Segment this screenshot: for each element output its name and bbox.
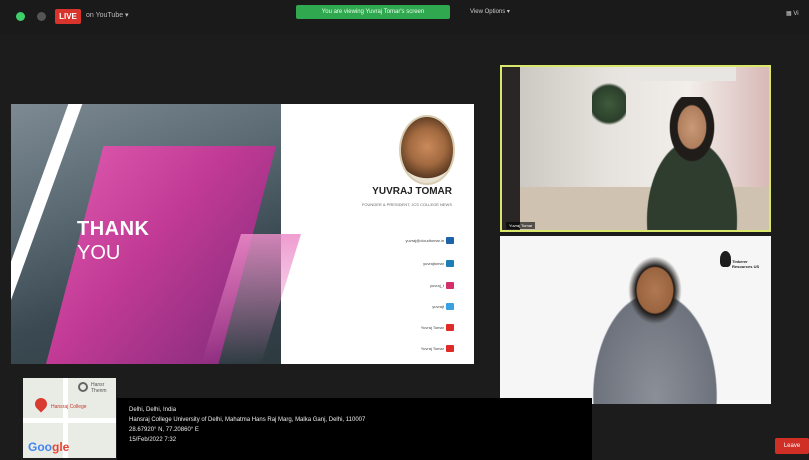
- geotag-city: Delhi, Delhi, India: [129, 407, 177, 413]
- youtube-icon: [446, 324, 454, 331]
- participant-video[interactable]: Tinkerer Resources US: [500, 236, 771, 404]
- contact-youtube-2: Yuvraj Tomar: [420, 346, 444, 351]
- shelf: [626, 67, 736, 81]
- live-target[interactable]: on YouTube ▾: [86, 11, 129, 19]
- lightbulb-icon: [720, 251, 731, 267]
- youtube-icon: [446, 345, 454, 352]
- info-icon[interactable]: [37, 12, 46, 21]
- map-marker-icon: [78, 382, 88, 392]
- view-button[interactable]: ▦ Vi: [786, 10, 799, 17]
- speaker-photo: [399, 115, 455, 185]
- thank-text: THANK: [77, 218, 150, 240]
- google-logo: Google: [28, 440, 70, 454]
- geotag-panel: Delhi, Delhi, India Hansraj College Univ…: [117, 398, 592, 460]
- participant-video-person: [565, 246, 745, 404]
- speaker-role: FOUNDER & PRESIDENT, JCS COLLEGE NEWS: [361, 202, 452, 207]
- dark-wall: [502, 67, 520, 230]
- shared-screen-slide: THANK YOU YUVRAJ TOMAR FOUNDER & PRESIDE…: [11, 104, 474, 364]
- meeting-toolbar: LIVE on YouTube ▾ You are viewing Yuvraj…: [0, 0, 809, 34]
- contact-twitter: yuvrajt: [432, 304, 444, 309]
- view-label: Vi: [793, 11, 799, 17]
- logo-text: Tinkerer Resources US: [732, 259, 760, 269]
- geotag-coordinates: 28.67920° N, 77.20860° E: [129, 427, 199, 433]
- geotag-timestamp: 15/Feb/2022 7:32: [129, 437, 177, 443]
- map-pin-icon: [32, 395, 50, 413]
- map-road: [23, 418, 116, 423]
- participant-video-active-speaker[interactable]: Yuvraj Tomar: [500, 65, 771, 232]
- map-college-label: Hansraj College: [51, 404, 87, 410]
- speaker-video-person: [622, 97, 762, 230]
- leave-button[interactable]: Leave: [775, 438, 809, 454]
- participant-name-label: Yuvraj Tomar: [506, 222, 536, 229]
- contact-email: yuvraj@cloudtomar.in: [405, 238, 444, 243]
- location-map: Hansr Thenm Hansraj College Google: [23, 378, 116, 458]
- security-shield-icon[interactable]: [16, 12, 25, 21]
- geotag-address: Hansraj College University of Delhi, Mah…: [129, 417, 366, 423]
- view-options-button[interactable]: View Options ▾: [470, 8, 510, 15]
- live-badge[interactable]: LIVE: [55, 9, 81, 24]
- you-text: YOU: [77, 242, 121, 264]
- grid-icon: ▦: [786, 11, 792, 17]
- bulb-logo: Tinkerer Resources US: [720, 251, 760, 283]
- speaker-name: YUVRAJ TOMAR: [372, 186, 452, 197]
- twitter-icon: [446, 303, 454, 310]
- linkedin-icon: [446, 260, 454, 267]
- map-place-label: Hansr Thenm: [91, 382, 107, 394]
- viewing-banner: You are viewing Yuvraj Tomar's screen: [296, 5, 450, 19]
- contact-linkedin: yuvrajtomar: [423, 261, 444, 266]
- instagram-icon: [446, 282, 454, 289]
- linkedin-icon: [446, 237, 454, 244]
- plant: [592, 79, 626, 129]
- contact-instagram: yuvraj_t: [429, 283, 444, 288]
- contact-youtube: Yuvraj Tomar: [420, 325, 444, 330]
